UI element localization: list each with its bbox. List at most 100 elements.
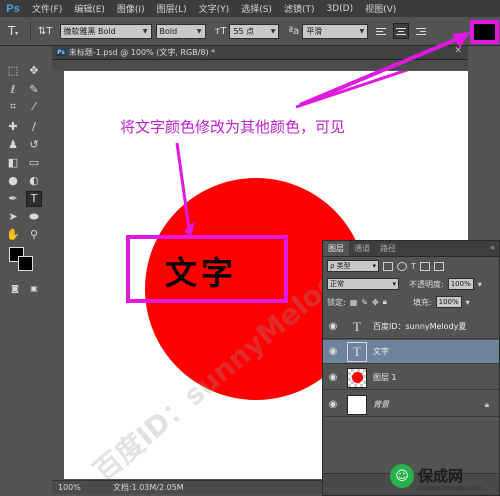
layer-row[interactable]: ◉ 背景 🔒︎ <box>323 393 499 417</box>
site-logo-url: zsbaochengw.com <box>418 484 483 492</box>
fill-value: 100% <box>438 298 459 306</box>
menu-image[interactable]: 图像(I) <box>111 2 151 15</box>
font-family-value: 微软雅黑 Bold <box>63 26 116 36</box>
layer-filter-row: ρ 类型 ▾ T <box>323 257 499 275</box>
marquee-tool-icon[interactable]: ⬚ <box>6 64 20 78</box>
menu-select[interactable]: 选择(S) <box>235 2 278 15</box>
blend-mode-value: 正常 <box>330 280 344 288</box>
background-color-swatch[interactable] <box>18 256 33 271</box>
menu-file[interactable]: 文件(F) <box>26 2 68 15</box>
layer-name: 文字 <box>373 347 389 356</box>
pixel-layer-thumbnail <box>347 367 367 388</box>
tab-paths[interactable]: 路径 <box>375 241 401 256</box>
lock-row: 锁定: ▦ ✎ ✥ 🔒︎ 填充: 100% ▾ <box>323 293 499 311</box>
chevron-down-icon[interactable]: ▾ <box>466 298 470 307</box>
pen-tool-icon[interactable]: ✒ <box>6 192 20 206</box>
shape-tool-icon[interactable]: ⬬ <box>27 210 41 224</box>
lock-pixels-icon[interactable]: ✎ <box>361 298 368 307</box>
history-brush-icon[interactable]: ↺ <box>27 138 41 152</box>
type-tool-icon[interactable]: T <box>26 191 42 207</box>
blur-tool-icon[interactable]: ● <box>6 174 20 188</box>
hand-tool-icon[interactable]: ✋ <box>6 228 20 242</box>
font-size-icon: ᴛT <box>214 25 227 37</box>
font-family-select[interactable]: 微软雅黑 Bold ▼ <box>59 23 152 39</box>
annotation-arrow-to-swatch <box>299 32 470 107</box>
blend-mode-select[interactable]: 正常 ▾ <box>327 278 399 290</box>
opacity-label: 不透明度: <box>409 279 444 289</box>
layer-row[interactable]: ◉ 图层 1 <box>323 366 499 390</box>
text-layer-thumbnail: T <box>353 318 361 334</box>
opacity-value: 100% <box>450 280 471 288</box>
red-dot-thumbnail <box>351 372 363 383</box>
font-style-select[interactable]: Bold ▼ <box>155 23 206 39</box>
lasso-tool-icon[interactable]: ℓ <box>6 83 20 97</box>
brush-tool-icon[interactable]: ∕ <box>27 120 41 134</box>
layer-row-selected[interactable]: ◉ T 文字 <box>323 340 499 364</box>
move-tool-icon[interactable]: ✥ <box>27 64 41 78</box>
lock-all-icon[interactable]: 🔒︎ <box>383 297 387 307</box>
screen-mode-icon[interactable]: ▣ <box>27 282 41 296</box>
psd-file-icon: Ps <box>56 49 66 56</box>
menu-view[interactable]: 视图(V) <box>359 2 402 15</box>
panel-collapse-icon[interactable]: « <box>490 243 495 252</box>
clone-stamp-icon[interactable]: ♟ <box>6 138 20 152</box>
doc-size-info[interactable]: 文档:1.03M/2.05M <box>113 482 184 493</box>
crop-tool-icon[interactable]: ⌗ <box>6 100 20 114</box>
font-size-select[interactable]: 55 点 ▼ <box>229 23 280 39</box>
lock-position-icon[interactable]: ✥ <box>372 298 379 307</box>
zoom-level[interactable]: 100% <box>58 483 81 492</box>
layers-panel-tabs: 图层 通道 路径 « <box>323 241 499 257</box>
site-logo-name: 保成网 <box>418 467 464 485</box>
chevron-down-icon[interactable]: ▾ <box>478 280 482 289</box>
chevron-down-icon: ▾ <box>372 262 376 270</box>
lock-transparent-icon[interactable]: ▦ <box>350 298 358 307</box>
eyedropper-icon[interactable]: ⁄ <box>27 100 41 114</box>
filter-type-icon[interactable]: T <box>411 262 416 271</box>
lock-icon: 🔒︎ <box>484 399 489 409</box>
site-logo: ☺ 保成网 zsbaochengw.com <box>390 456 500 496</box>
photoshop-logo: Ps <box>6 2 20 15</box>
menu-type[interactable]: 文字(Y) <box>193 2 236 15</box>
filter-adjustment-icon[interactable] <box>397 261 407 271</box>
background-layer-thumbnail <box>347 394 367 415</box>
text-orientation-icon[interactable]: ⇅T <box>35 26 56 37</box>
menu-3d[interactable]: 3D(D) <box>320 4 359 14</box>
eye-icon[interactable]: ◉ <box>323 321 343 332</box>
chevron-down-icon: ▼ <box>270 27 276 35</box>
opacity-input[interactable]: 100% <box>447 278 474 290</box>
eye-icon[interactable]: ◉ <box>323 346 343 357</box>
quick-mask-icon[interactable]: ◙ <box>8 282 22 296</box>
tab-channels[interactable]: 通道 <box>349 241 375 256</box>
chevron-down-icon: ▾ <box>392 280 396 288</box>
font-style-value: Bold <box>159 26 178 36</box>
filter-smart-object-icon[interactable] <box>433 261 444 271</box>
quick-select-icon[interactable]: ✎ <box>27 83 41 97</box>
filter-shape-icon[interactable] <box>419 261 430 271</box>
zoom-tool-icon[interactable]: ⚲ <box>27 228 41 242</box>
divider <box>30 22 31 40</box>
chevron-down-icon: ▼ <box>142 27 148 35</box>
path-select-icon[interactable]: ➤ <box>6 210 20 224</box>
type-tool-preset-icon[interactable]: T▾ <box>0 24 26 38</box>
layer-name: 背景 <box>373 400 389 409</box>
smiley-badge-icon: ☺ <box>390 464 414 488</box>
menu-edit[interactable]: 编辑(E) <box>68 2 111 15</box>
gradient-tool-icon[interactable]: ▭ <box>27 156 41 170</box>
dodge-tool-icon[interactable]: ◐ <box>27 174 41 188</box>
layer-filter-value: ρ 类型 <box>330 262 351 270</box>
chevron-down-icon: ▼ <box>196 27 202 35</box>
healing-brush-icon[interactable]: ✚ <box>6 120 20 134</box>
tab-layers[interactable]: 图层 <box>323 241 349 256</box>
eraser-tool-icon[interactable]: ◧ <box>6 156 20 170</box>
fill-input[interactable]: 100% <box>435 296 462 308</box>
eye-icon[interactable]: ◉ <box>323 399 343 410</box>
layer-filter-select[interactable]: ρ 类型 ▾ <box>327 260 379 272</box>
blend-row: 正常 ▾ 不透明度: 100% ▾ <box>323 275 499 293</box>
eye-icon[interactable]: ◉ <box>323 372 343 383</box>
menu-layer[interactable]: 图层(L) <box>151 2 193 15</box>
layer-row[interactable]: ◉ T 百度ID：sunnyMelody夏 <box>323 315 499 339</box>
filter-pixel-icon[interactable] <box>383 261 393 271</box>
menu-filter[interactable]: 滤镜(T) <box>278 2 321 15</box>
layer-name: 百度ID：sunnyMelody夏 <box>373 322 467 331</box>
layer-name: 图层 1 <box>373 373 397 382</box>
